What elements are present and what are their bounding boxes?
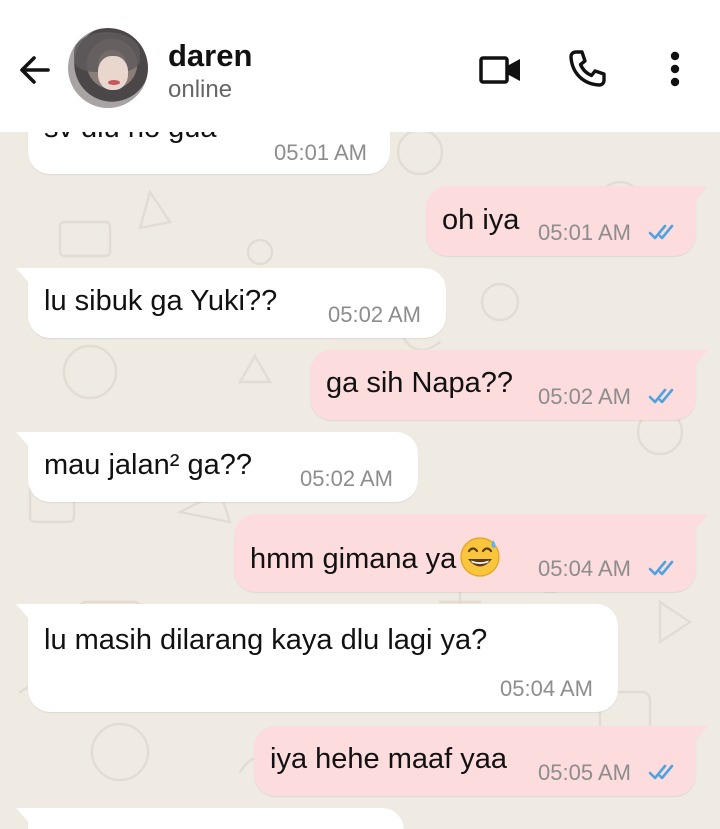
bubble-tail (16, 432, 30, 448)
message-text: mau jalan² ga?? (44, 449, 252, 481)
avatar[interactable] (68, 28, 148, 108)
message-time: 05:04 AM (538, 556, 631, 581)
read-receipt-icon (648, 560, 674, 576)
message-bubble-incoming[interactable]: lu sibuk ga Yuki?? 05:02 AM (16, 268, 446, 338)
grinning-sweat-emoji (460, 537, 500, 577)
read-receipt-icon (648, 388, 674, 404)
bubble-tail (694, 350, 708, 366)
bubble-tail (694, 186, 708, 202)
bubble-tail (16, 268, 30, 284)
message-text: oh iya (442, 204, 520, 236)
message-text: iya hehe maaf yaa (270, 743, 507, 775)
read-receipt-icon (648, 224, 674, 240)
message-bubble-outgoing[interactable]: oh iya 05:01 AM (426, 186, 708, 256)
arrow-back-icon[interactable] (14, 50, 54, 90)
message-bubble-incoming-partial[interactable] (16, 808, 404, 829)
message-time: 05:04 AM (500, 676, 593, 701)
message-bubble-outgoing[interactable]: ga sih Napa?? 05:02 AM (310, 350, 708, 420)
avatar-lip (108, 80, 120, 85)
message-text: ga sih Napa?? (326, 367, 514, 399)
bubble-tail (16, 604, 30, 620)
video-camera-icon[interactable] (478, 50, 524, 90)
message-time: 05:01 AM (274, 140, 367, 165)
message-text: lu sibuk ga Yuki?? (44, 285, 278, 317)
read-receipt-icon (648, 764, 674, 780)
message-time: 05:05 AM (538, 760, 631, 785)
contact-status: online (168, 76, 233, 103)
message-text-content: hmm gimana ya (250, 543, 457, 575)
more-vertical-icon[interactable] (660, 48, 690, 90)
bubble-tail (694, 514, 708, 530)
phone-icon[interactable] (566, 48, 608, 90)
message-time: 05:02 AM (538, 384, 631, 409)
message-time: 05:02 AM (328, 302, 421, 327)
message-text: hmm gimana ya (250, 534, 502, 578)
bubble-tail (16, 808, 30, 824)
message-bubble-outgoing[interactable]: iya hehe maaf yaa 05:05 AM (254, 726, 708, 796)
chat-header: daren online (0, 0, 720, 132)
bubble-tail (694, 726, 708, 742)
message-time: 05:02 AM (300, 466, 393, 491)
message-bubble-incoming[interactable]: lu masih dilarang kaya dlu lagi ya? 05:0… (16, 604, 618, 712)
contact-name[interactable]: daren (168, 38, 252, 74)
message-time: 05:01 AM (538, 220, 631, 245)
message-bubble-outgoing[interactable]: hmm gimana ya 05:04 AM (234, 514, 708, 592)
chat-area[interactable]: sv dlu no gua 05:01 AM oh iya 05:01 AM l… (0, 132, 720, 829)
message-text: lu masih dilarang kaya dlu lagi ya? (44, 624, 488, 656)
message-text: sv dlu no gua (44, 132, 217, 145)
message-bubble-incoming[interactable]: mau jalan² ga?? 05:02 AM (16, 432, 418, 502)
message-bubble-incoming[interactable]: sv dlu no gua 05:01 AM (28, 132, 390, 174)
